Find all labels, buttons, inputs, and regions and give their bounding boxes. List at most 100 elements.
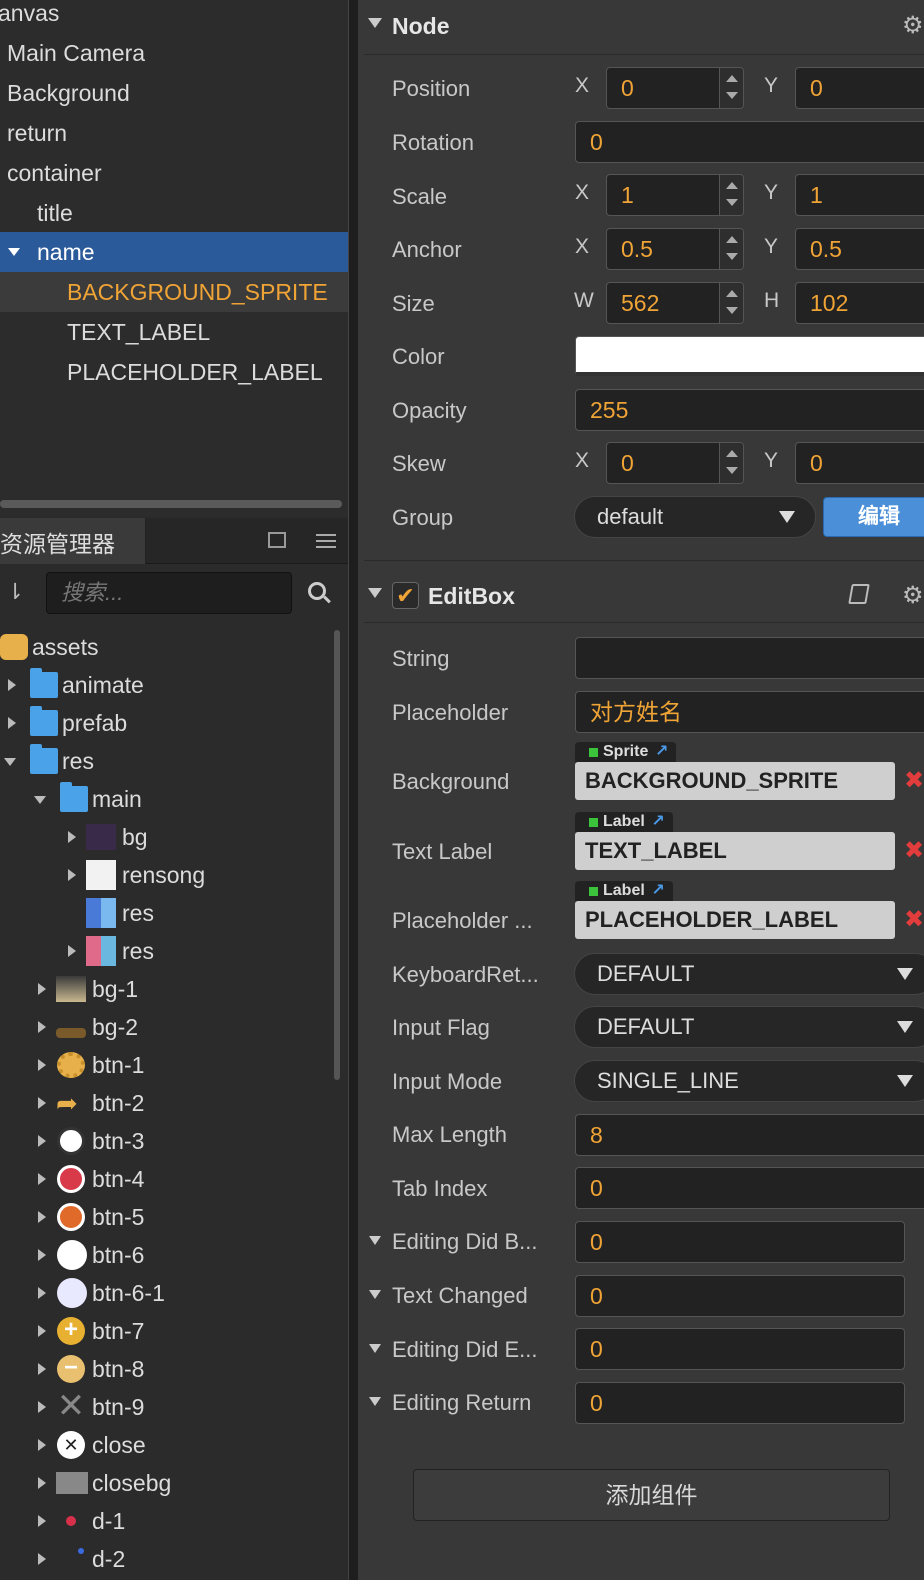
asset-item-d-2[interactable]: d-2: [0, 1540, 340, 1578]
opacity-input[interactable]: 255: [575, 389, 924, 431]
stepper[interactable]: [719, 229, 743, 269]
external-link-icon[interactable]: ↗: [651, 881, 664, 901]
asset-item-animate[interactable]: animate: [0, 666, 340, 704]
tree-item-title[interactable]: title: [0, 193, 350, 233]
editbox-section-header[interactable]: ✔ EditBox ⚙: [364, 570, 924, 622]
skew-y-input[interactable]: 0: [795, 442, 924, 484]
chevron-right-icon[interactable]: [38, 1059, 46, 1071]
remove-ref-icon[interactable]: ✖: [904, 836, 924, 865]
asset-item-close[interactable]: ✕ close: [0, 1426, 340, 1464]
asset-item-assets[interactable]: assets: [0, 628, 340, 666]
placeholder-label-ref-field[interactable]: PLACEHOLDER_LABEL: [575, 901, 895, 939]
chevron-right-icon[interactable]: [38, 1325, 46, 1337]
chevron-right-icon[interactable]: [38, 1021, 46, 1033]
chevron-right-icon[interactable]: [38, 1249, 46, 1261]
popout-icon[interactable]: [268, 532, 286, 548]
chevron-right-icon[interactable]: [38, 1173, 46, 1185]
asset-item-btn-8[interactable]: − btn-8: [0, 1350, 340, 1388]
gear-icon[interactable]: ⚙: [902, 570, 924, 622]
horizontal-scrollbar[interactable]: [0, 500, 342, 508]
chevron-down-icon[interactable]: [4, 758, 16, 766]
tree-item-placeholder-label[interactable]: PLACEHOLDER_LABEL: [0, 352, 350, 392]
enabled-checkbox[interactable]: ✔: [392, 582, 419, 609]
anchor-y-input[interactable]: 0.5: [795, 228, 924, 270]
asset-item-btn-4[interactable]: btn-4: [0, 1160, 340, 1198]
background-ref-field[interactable]: BACKGROUND_SPRITE: [575, 762, 895, 800]
add-component-button[interactable]: 添加组件: [413, 1469, 890, 1521]
tree-item-background[interactable]: Background: [0, 73, 350, 113]
chevron-right-icon[interactable]: [38, 1287, 46, 1299]
group-select[interactable]: default: [574, 496, 816, 538]
anchor-x-input[interactable]: 0.5: [606, 228, 744, 270]
chevron-right-icon[interactable]: [68, 831, 76, 843]
chevron-right-icon[interactable]: [68, 869, 76, 881]
chevron-right-icon[interactable]: [68, 945, 76, 957]
max-length-input[interactable]: 8: [575, 1114, 924, 1156]
string-input[interactable]: [575, 637, 924, 679]
book-icon[interactable]: [848, 584, 870, 604]
chevron-right-icon[interactable]: [38, 1515, 46, 1527]
stepper[interactable]: [719, 283, 743, 323]
asset-item-btn-2[interactable]: ➦ btn-2: [0, 1084, 340, 1122]
external-link-icon[interactable]: ↗: [651, 812, 664, 832]
scale-x-input[interactable]: 1: [606, 174, 744, 216]
tree-item-container[interactable]: container: [0, 153, 350, 193]
chevron-right-icon[interactable]: [8, 679, 16, 691]
asset-item-prefab[interactable]: prefab: [0, 704, 340, 742]
asset-item-btn-1[interactable]: btn-1: [0, 1046, 340, 1084]
input-flag-select[interactable]: DEFAULT: [574, 1006, 924, 1048]
asset-item-btn-3[interactable]: btn-3: [0, 1122, 340, 1160]
menu-icon[interactable]: [316, 534, 336, 548]
panel-splitter[interactable]: [348, 0, 358, 1580]
color-swatch[interactable]: [575, 336, 924, 376]
gear-icon[interactable]: ⚙: [902, 0, 924, 52]
asset-item-btn-9[interactable]: ✕ btn-9: [0, 1388, 340, 1426]
asset-item-btn-5[interactable]: btn-5: [0, 1198, 340, 1236]
chevron-right-icon[interactable]: [38, 1097, 46, 1109]
tree-item-text-label[interactable]: TEXT_LABEL: [0, 312, 350, 352]
tab-assets[interactable]: 资源管理器: [0, 518, 146, 564]
editing-did-begin-count[interactable]: 0: [575, 1221, 905, 1263]
asset-item-bg-1[interactable]: bg-1: [0, 970, 340, 1008]
asset-item-rensong[interactable]: rensong: [0, 856, 340, 894]
text-label-ref-field[interactable]: TEXT_LABEL: [575, 832, 895, 870]
position-x-input[interactable]: 0: [606, 67, 744, 109]
position-y-input[interactable]: 0: [795, 67, 924, 109]
asset-item-btn-6-1[interactable]: btn-6-1: [0, 1274, 340, 1312]
chevron-right-icon[interactable]: [38, 1363, 46, 1375]
asset-item-bg-2[interactable]: bg-2: [0, 1008, 340, 1046]
remove-ref-icon[interactable]: ✖: [904, 766, 924, 795]
sort-icon[interactable]: ⇂: [6, 580, 26, 604]
search-input[interactable]: 搜索...: [46, 572, 292, 614]
size-w-input[interactable]: 562: [606, 282, 744, 324]
input-mode-select[interactable]: SINGLE_LINE: [574, 1060, 924, 1102]
editing-return-count[interactable]: 0: [575, 1382, 905, 1424]
chevron-right-icon[interactable]: [38, 1553, 46, 1565]
search-icon[interactable]: [308, 582, 331, 604]
asset-item-btn-6[interactable]: btn-6: [0, 1236, 340, 1274]
chevron-down-icon[interactable]: [369, 1397, 381, 1406]
stepper[interactable]: [719, 443, 743, 483]
placeholder-input[interactable]: 对方姓名: [575, 691, 924, 733]
chevron-down-icon[interactable]: [369, 1344, 381, 1353]
chevron-right-icon[interactable]: [8, 717, 16, 729]
stepper[interactable]: [719, 175, 743, 215]
tab-index-input[interactable]: 0: [575, 1167, 924, 1209]
chevron-right-icon[interactable]: [38, 1401, 46, 1413]
tree-item-background-sprite[interactable]: BACKGROUND_SPRITE: [0, 272, 350, 312]
rotation-input[interactable]: 0: [575, 121, 924, 163]
asset-item-d-1[interactable]: d-1: [0, 1502, 340, 1540]
chevron-right-icon[interactable]: [38, 1439, 46, 1451]
chevron-down-icon[interactable]: [368, 588, 382, 598]
chevron-right-icon[interactable]: [38, 983, 46, 995]
chevron-down-icon[interactable]: [369, 1290, 381, 1299]
asset-item-closebg[interactable]: closebg: [0, 1464, 340, 1502]
chevron-down-icon[interactable]: [34, 796, 46, 804]
tree-item-canvas[interactable]: anvas: [0, 0, 350, 33]
remove-ref-icon[interactable]: ✖: [904, 905, 924, 934]
edit-group-button[interactable]: 编辑: [823, 497, 924, 537]
stepper[interactable]: [719, 68, 743, 108]
chevron-right-icon[interactable]: [38, 1211, 46, 1223]
external-link-icon[interactable]: ↗: [655, 742, 668, 762]
editing-did-end-count[interactable]: 0: [575, 1328, 905, 1370]
